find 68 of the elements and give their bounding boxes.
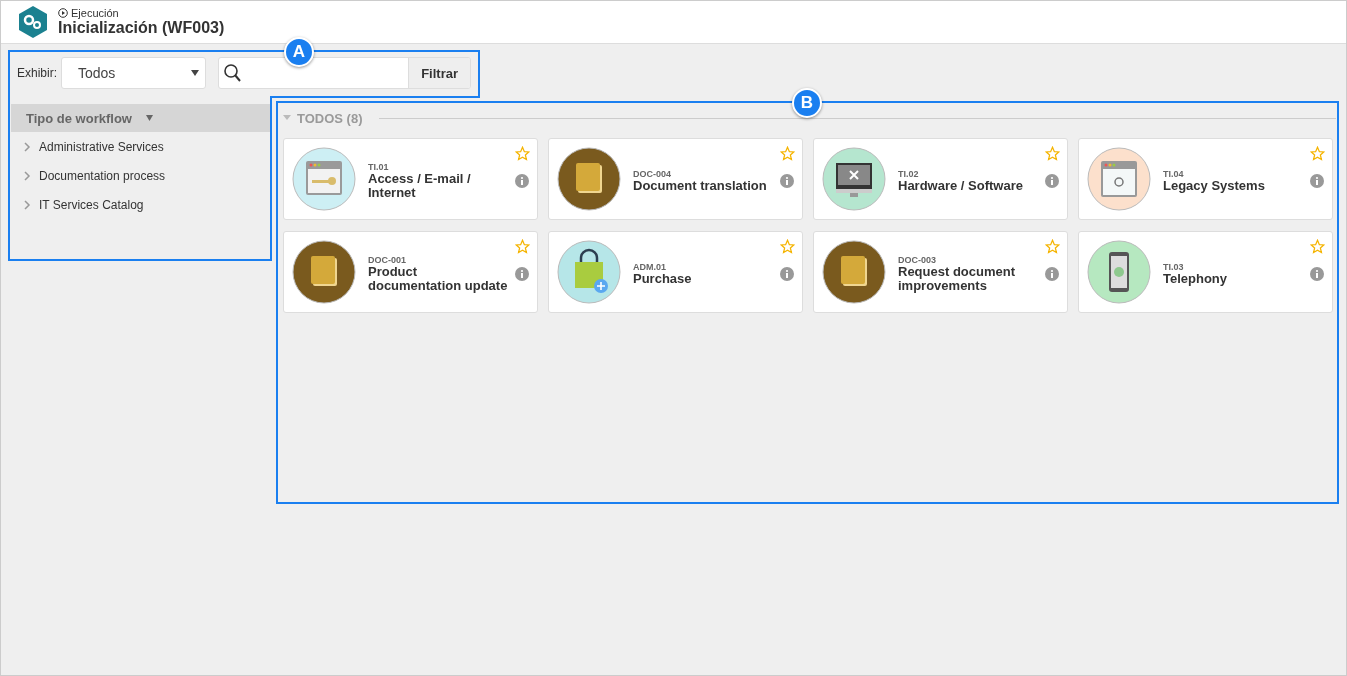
info-icon[interactable] (780, 267, 794, 281)
info-icon[interactable] (780, 174, 794, 188)
play-icon (58, 8, 68, 18)
info-icon[interactable] (1045, 267, 1059, 281)
process-code: ADM.01 (633, 262, 667, 272)
process-card[interactable]: DOC-001 Product documentation update (283, 231, 538, 313)
process-code: DOC-004 (633, 169, 672, 179)
callout-badge: B (792, 88, 822, 118)
filter-label: Exhibir: (17, 66, 57, 80)
tree-item[interactable]: Documentation process (11, 161, 271, 190)
process-card[interactable]: TI.02 Hardware / Software (813, 138, 1068, 220)
process-icon (1087, 147, 1151, 211)
process-card[interactable]: TI.03 Telephony (1078, 231, 1333, 313)
collapse-caret-icon[interactable] (283, 115, 291, 121)
process-code: TI.04 (1163, 169, 1185, 179)
dropdown-caret-icon (145, 115, 153, 121)
process-name: Request document improvements (898, 265, 1016, 293)
dropdown-caret-icon (191, 70, 199, 76)
process-name: Telephony (1163, 272, 1229, 286)
info-icon[interactable] (1310, 174, 1324, 188)
filter-button[interactable]: Filtrar (408, 58, 470, 88)
process-name: Access / E-mail / Internet (368, 172, 472, 200)
process-name: Legacy Systems (1163, 179, 1266, 193)
process-name: Purchase (633, 272, 693, 286)
process-code: DOC-001 (368, 255, 407, 265)
chevron-right-icon (23, 199, 31, 210)
process-code: TI.03 (1163, 262, 1185, 272)
process-icon (822, 240, 886, 304)
favorite-star-icon[interactable] (780, 146, 795, 161)
process-icon (292, 147, 356, 211)
chevron-right-icon (23, 141, 31, 152)
gears-logo-icon (18, 5, 48, 39)
tree-item[interactable]: Administrative Services (11, 132, 271, 161)
process-name: Product documentation update (368, 265, 509, 293)
process-name: Hardware / Software (898, 179, 1024, 193)
display-select[interactable]: Todos (61, 57, 206, 89)
sidebar-header[interactable]: Tipo de workflow (11, 104, 271, 132)
info-icon[interactable] (1310, 267, 1324, 281)
favorite-star-icon[interactable] (1310, 239, 1325, 254)
info-icon[interactable] (515, 174, 529, 188)
process-icon (557, 147, 621, 211)
breadcrumb[interactable]: Ejecución (58, 7, 225, 19)
favorite-star-icon[interactable] (780, 239, 795, 254)
process-icon (822, 147, 886, 211)
process-icon (1087, 240, 1151, 304)
info-icon[interactable] (515, 267, 529, 281)
info-icon[interactable] (1045, 174, 1059, 188)
search-field[interactable]: Filtrar (218, 57, 471, 89)
favorite-star-icon[interactable] (1045, 146, 1060, 161)
page-title: Inicialización (WF003) (58, 19, 225, 37)
favorite-star-icon[interactable] (515, 146, 530, 161)
process-card[interactable]: ADM.01 Purchase (548, 231, 803, 313)
process-code: DOC-003 (898, 255, 937, 265)
process-icon (292, 240, 356, 304)
favorite-star-icon[interactable] (515, 239, 530, 254)
favorite-star-icon[interactable] (1045, 239, 1060, 254)
process-code: TI.01 (368, 162, 390, 172)
favorite-star-icon[interactable] (1310, 146, 1325, 161)
group-title: TODOS (8) (297, 110, 363, 126)
process-card[interactable]: TI.01 Access / E-mail / Internet (283, 138, 538, 220)
process-card[interactable]: TI.04 Legacy Systems (1078, 138, 1333, 220)
process-card[interactable]: DOC-003 Request document improvements (813, 231, 1068, 313)
process-icon (557, 240, 621, 304)
process-code: TI.02 (898, 169, 920, 179)
chevron-right-icon (23, 170, 31, 181)
process-name: Document translation (633, 179, 768, 193)
process-card[interactable]: DOC-004 Document translation (548, 138, 803, 220)
tree-item[interactable]: IT Services Catalog (11, 190, 271, 219)
